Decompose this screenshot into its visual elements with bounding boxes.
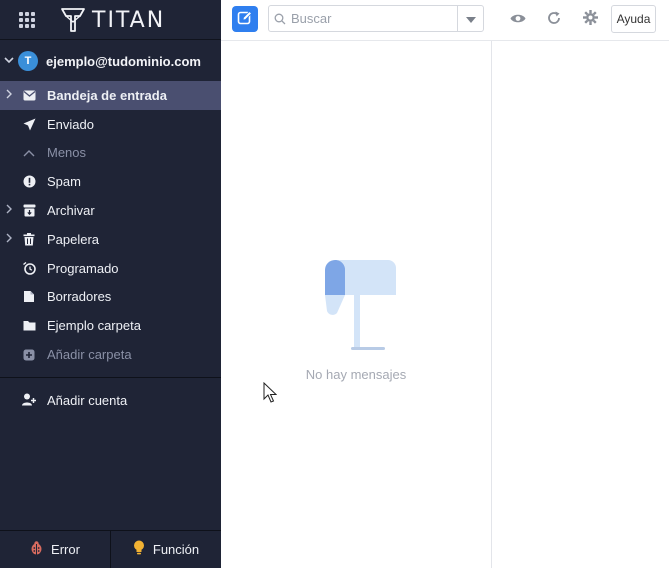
folder-label: Ejemplo carpeta bbox=[47, 318, 141, 334]
refresh-icon bbox=[547, 11, 561, 28]
mailbox-icon bbox=[325, 260, 396, 350]
folder-scheduled[interactable]: Programado bbox=[0, 254, 221, 283]
preview-toggle-button[interactable] bbox=[509, 10, 527, 28]
archive-icon bbox=[22, 204, 36, 218]
feature-request-button[interactable]: Función bbox=[110, 531, 221, 568]
add-account-label: Añadir cuenta bbox=[47, 392, 128, 408]
folder-label: Borradores bbox=[47, 289, 112, 305]
lightbulb-icon bbox=[133, 540, 145, 559]
empty-mail-list: No hay mensajes bbox=[221, 255, 491, 382]
envelope-icon bbox=[22, 88, 36, 102]
add-user-icon bbox=[22, 393, 36, 407]
report-bug-button[interactable]: Error bbox=[0, 531, 110, 568]
search-box[interactable] bbox=[268, 5, 484, 32]
folder-label: Bandeja de entrada bbox=[47, 87, 167, 103]
folder-label: Archivar bbox=[47, 203, 95, 219]
eye-icon bbox=[510, 12, 526, 27]
folder-spam[interactable]: Spam bbox=[0, 167, 221, 196]
help-button[interactable]: Ayuda bbox=[611, 5, 656, 33]
toolbar-divider bbox=[221, 40, 669, 41]
logo-text: TITAN bbox=[92, 7, 166, 33]
folder-icon bbox=[22, 319, 36, 333]
bug-label: Error bbox=[51, 542, 80, 557]
refresh-button[interactable] bbox=[545, 10, 563, 28]
chevron-up-icon bbox=[22, 146, 36, 160]
gear-icon bbox=[582, 10, 598, 28]
folder-drafts[interactable]: Borradores bbox=[0, 283, 221, 312]
search-icon bbox=[269, 6, 291, 31]
trash-icon bbox=[22, 232, 36, 246]
add-folder-button[interactable]: Añadir carpeta bbox=[0, 340, 221, 369]
mouse-cursor-icon bbox=[263, 382, 277, 403]
chevron-right-icon[interactable] bbox=[4, 89, 14, 102]
compose-button[interactable] bbox=[232, 6, 258, 32]
feature-label: Función bbox=[152, 542, 200, 557]
titan-logo: TITAN bbox=[60, 7, 165, 33]
search-options-dropdown[interactable] bbox=[457, 6, 483, 31]
settings-button[interactable] bbox=[581, 10, 599, 28]
folder-less-toggle[interactable]: Menos bbox=[0, 139, 221, 168]
paper-plane-icon bbox=[22, 117, 36, 131]
pane-divider[interactable] bbox=[491, 41, 492, 568]
sidebar-footer: Error Función bbox=[0, 530, 221, 568]
search-input[interactable] bbox=[291, 7, 451, 30]
folder-label: Spam bbox=[47, 174, 81, 190]
add-folder-icon bbox=[22, 348, 36, 362]
titan-logo-icon bbox=[61, 8, 85, 32]
folder-label: Programado bbox=[47, 260, 119, 276]
folder-label: Añadir carpeta bbox=[47, 347, 132, 363]
folder-archive[interactable]: Archivar bbox=[0, 196, 221, 225]
folder-inbox[interactable]: Bandeja de entrada bbox=[0, 81, 221, 110]
compose-icon bbox=[237, 10, 253, 29]
bug-icon bbox=[30, 541, 43, 558]
folder-label: Menos bbox=[47, 145, 87, 161]
sidebar-divider bbox=[0, 377, 221, 378]
alert-icon bbox=[22, 175, 36, 189]
chevron-right-icon[interactable] bbox=[4, 204, 14, 217]
chevron-right-icon[interactable] bbox=[4, 233, 14, 246]
caret-down-icon bbox=[465, 11, 476, 26]
clock-icon bbox=[22, 261, 36, 275]
folder-trash[interactable]: Papelera bbox=[0, 225, 221, 254]
account-email: ejemplo@tudominio.com bbox=[46, 53, 201, 69]
folder-sent[interactable]: Enviado bbox=[0, 110, 221, 139]
brand-bar: TITAN bbox=[0, 0, 221, 40]
add-account-button[interactable]: Añadir cuenta bbox=[0, 386, 221, 414]
draft-icon bbox=[22, 290, 36, 304]
empty-message: No hay mensajes bbox=[305, 367, 407, 382]
folder-list: Bandeja de entrada Enviado Menos Spam Ar… bbox=[0, 81, 221, 369]
folder-label: Enviado bbox=[47, 116, 94, 132]
folder-label: Papelera bbox=[47, 231, 100, 247]
chevron-down-icon[interactable] bbox=[0, 54, 18, 69]
avatar: T bbox=[18, 51, 38, 71]
account-header[interactable]: T ejemplo@tudominio.com bbox=[0, 46, 221, 76]
folder-example[interactable]: Ejemplo carpeta bbox=[0, 311, 221, 340]
apps-grid-icon[interactable] bbox=[19, 12, 35, 28]
sidebar: TITAN T ejemplo@tudominio.com Bandeja de… bbox=[0, 0, 221, 568]
